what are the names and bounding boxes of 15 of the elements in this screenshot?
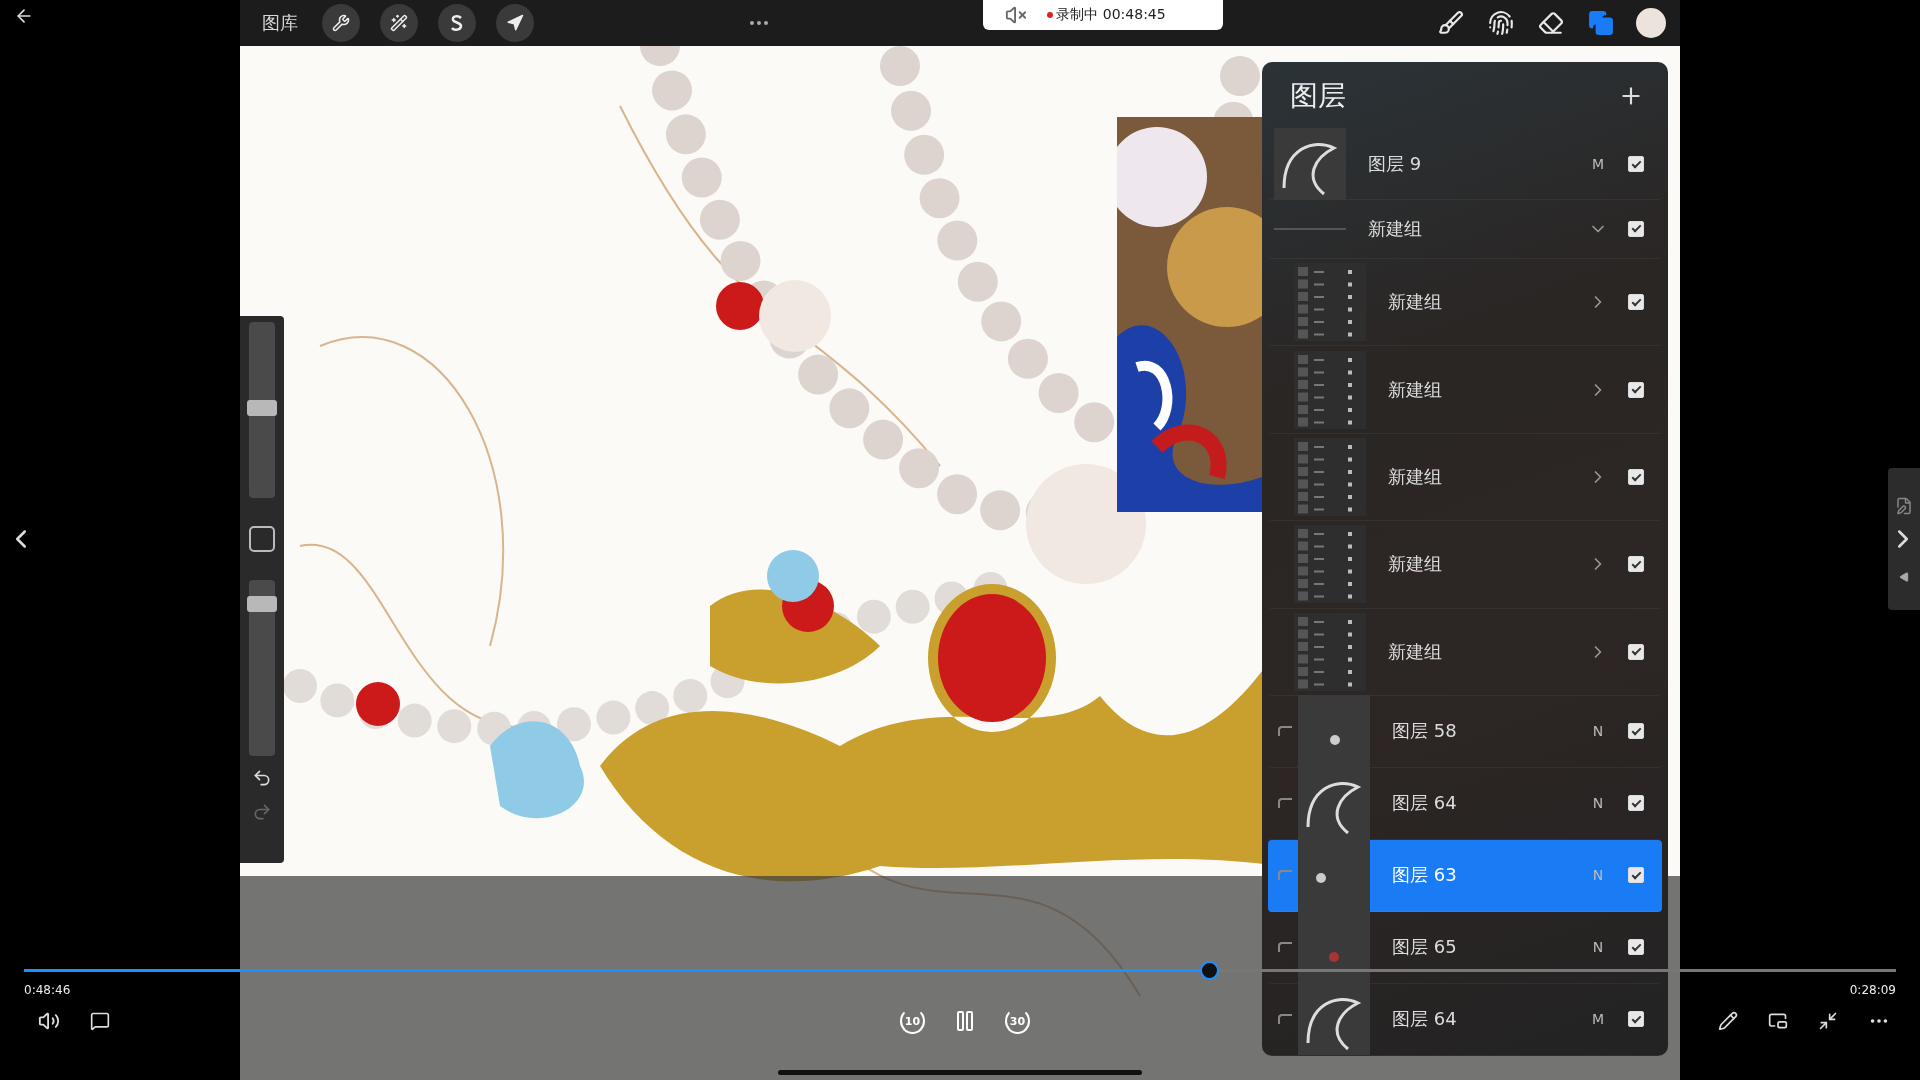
note-icon[interactable] [1895, 496, 1913, 515]
selection-icon[interactable] [438, 4, 476, 42]
triangle-icon[interactable] [1899, 571, 1909, 582]
magic-wand-icon[interactable] [380, 4, 418, 42]
smudge-icon[interactable] [1486, 8, 1516, 38]
pen-icon[interactable] [1716, 1009, 1740, 1033]
elapsed-time: 0:48:46 [24, 983, 71, 997]
color-swatch[interactable] [1636, 8, 1666, 38]
recording-status: 录制中 00:48:45 [1047, 6, 1166, 24]
wrench-icon[interactable] [322, 4, 360, 42]
gallery-button[interactable]: 图库 [258, 11, 302, 35]
layers-icon[interactable] [1586, 8, 1616, 38]
mute-icon[interactable] [1005, 4, 1028, 26]
remaining-time: 0:28:09 [1849, 983, 1896, 997]
arrow-cursor-icon[interactable] [496, 4, 534, 42]
